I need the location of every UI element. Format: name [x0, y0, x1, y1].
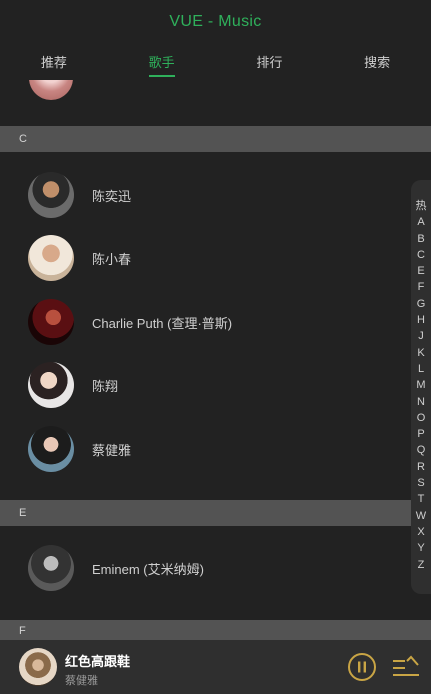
- tab-rank[interactable]: 排行: [216, 44, 324, 78]
- playlist-icon[interactable]: [391, 653, 421, 681]
- singer-name: 陈小春: [92, 251, 132, 267]
- fixed-group-header: F: [0, 620, 431, 642]
- shortcut-key[interactable]: E: [417, 263, 424, 279]
- tab-recommend-label: 推荐: [40, 56, 67, 71]
- singer-list[interactable]: C 陈奕迅 陈小春 Charlie Puth (查理·普斯) 陈翔 蔡健雅 E …: [0, 80, 431, 620]
- alphabet-shortcut-bar[interactable]: 热 A B C E F G H J K L M N O P Q R S T W …: [411, 180, 431, 594]
- singer-item[interactable]: 陈小春: [0, 226, 431, 290]
- singer-avatar: [28, 235, 74, 281]
- shortcut-key[interactable]: R: [417, 459, 425, 475]
- shortcut-key[interactable]: A: [417, 214, 424, 230]
- shortcut-key[interactable]: L: [418, 361, 424, 377]
- tab-search-label: 搜索: [364, 56, 391, 71]
- singer-avatar: [28, 299, 74, 345]
- shortcut-key[interactable]: T: [418, 491, 425, 507]
- group-header-c: C: [0, 126, 431, 152]
- singer-name: Eminem (艾米纳姆): [92, 561, 204, 577]
- group-letter: E: [19, 507, 27, 519]
- song-singer: 蔡健雅: [65, 674, 98, 687]
- app-title: VUE - Music: [169, 13, 262, 30]
- singer-avatar: [28, 426, 74, 472]
- tab-singer[interactable]: 歌手: [108, 44, 216, 78]
- group-letter: C: [19, 133, 27, 145]
- shortcut-key[interactable]: Q: [417, 442, 426, 458]
- tab-underline: [256, 75, 282, 77]
- singer-item[interactable]: 陈奕迅: [0, 163, 431, 227]
- singer-item[interactable]: Charlie Puth (查理·普斯): [0, 290, 431, 354]
- shortcut-key[interactable]: G: [417, 296, 426, 312]
- shortcut-key[interactable]: K: [417, 345, 424, 361]
- tab-singer-label: 歌手: [148, 56, 175, 71]
- song-title: 红色高跟鞋: [65, 655, 131, 670]
- singer-avatar: [28, 172, 74, 218]
- tab-underline: [41, 75, 67, 77]
- shortcut-key[interactable]: C: [417, 247, 425, 263]
- singer-name: 陈翔: [92, 378, 119, 394]
- shortcut-key[interactable]: B: [417, 231, 424, 247]
- shortcut-key[interactable]: Z: [418, 557, 425, 573]
- tab-bar: 推荐 歌手 排行 搜索: [0, 44, 431, 78]
- shortcut-key[interactable]: X: [417, 524, 424, 540]
- shortcut-key[interactable]: P: [417, 426, 424, 442]
- tab-search[interactable]: 搜索: [323, 44, 431, 78]
- shortcut-key[interactable]: F: [418, 279, 425, 295]
- pause-icon[interactable]: [347, 652, 377, 682]
- singer-name: 陈奕迅: [92, 188, 132, 204]
- singer-avatar: [28, 545, 74, 591]
- shortcut-key[interactable]: M: [416, 377, 425, 393]
- shortcut-key[interactable]: O: [417, 410, 426, 426]
- tab-rank-label: 排行: [256, 56, 283, 71]
- singer-item[interactable]: Eminem (艾米纳姆): [0, 536, 431, 600]
- singer-avatar[interactable]: [29, 80, 73, 100]
- tab-underline: [364, 75, 390, 77]
- singer-avatar: [28, 362, 74, 408]
- album-cover[interactable]: [19, 648, 57, 686]
- tab-recommend[interactable]: 推荐: [0, 44, 108, 78]
- shortcut-key[interactable]: N: [417, 394, 425, 410]
- shortcut-key[interactable]: W: [416, 508, 426, 524]
- shortcut-key[interactable]: J: [418, 328, 424, 344]
- shortcut-key[interactable]: H: [417, 312, 425, 328]
- tab-active-underline: [148, 75, 175, 77]
- singer-item[interactable]: 蔡健雅: [0, 417, 431, 481]
- shortcut-key[interactable]: Y: [417, 540, 424, 556]
- shortcut-key[interactable]: S: [417, 475, 424, 491]
- singer-item[interactable]: 陈翔: [0, 353, 431, 417]
- mini-player[interactable]: 红色高跟鞋 蔡健雅: [0, 640, 431, 694]
- singer-name: 蔡健雅: [92, 442, 132, 458]
- singer-name: Charlie Puth (查理·普斯): [92, 315, 233, 331]
- app-header: VUE - Music: [0, 0, 431, 44]
- fixed-group-letter: F: [19, 625, 26, 637]
- group-header-e: E: [0, 500, 431, 526]
- shortcut-key-hot[interactable]: 热: [416, 198, 427, 214]
